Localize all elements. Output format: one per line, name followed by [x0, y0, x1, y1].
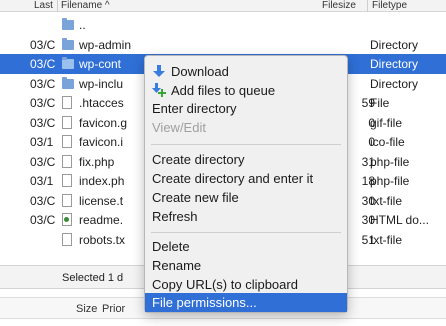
file-icon	[62, 115, 74, 129]
php-icon	[62, 174, 74, 187]
menu-item-refresh[interactable]: Refresh	[145, 207, 347, 226]
folder-icon	[62, 57, 74, 70]
context-menu: Download Add files to queue Enter direct…	[144, 55, 348, 313]
php-icon	[62, 154, 74, 168]
row-filetype: ico-file	[370, 135, 405, 149]
row-date: 03/C	[30, 154, 56, 169]
file-icon	[62, 96, 74, 109]
row-filename: index.ph	[79, 174, 125, 188]
row-date: 03/C	[30, 213, 56, 227]
row-filetype: txt-file	[370, 232, 403, 247]
menu-item-rename[interactable]: Rename	[145, 256, 347, 275]
row-filetype: HTML do...	[370, 213, 429, 227]
menu-item-create-directory-enter[interactable]: Create directory and enter it	[145, 169, 347, 188]
html-icon	[62, 213, 74, 226]
download-arrow-icon	[152, 64, 166, 78]
row-filename: wp-cont	[79, 57, 122, 71]
row-filename: favicon.g	[79, 115, 128, 130]
folder-icon	[62, 37, 74, 51]
row-filename: readme.	[79, 213, 124, 227]
menu-item-add-to-queue[interactable]: Add files to queue	[145, 80, 347, 99]
row-filename: license.t	[79, 193, 124, 208]
row-filetype: Directory	[370, 76, 419, 91]
file-icon	[62, 193, 74, 207]
menu-item-delete[interactable]: Delete	[145, 237, 347, 256]
row-filename: ..	[79, 18, 86, 32]
row-date: 03/C	[30, 96, 56, 110]
row-filetype: Directory	[370, 57, 419, 71]
menu-separator	[151, 232, 341, 233]
column-header-modified[interactable]: Last	[34, 0, 53, 11]
row-filetype: Directory	[370, 37, 419, 52]
row-filetype: php-file	[370, 154, 410, 169]
column-divider[interactable]	[367, 0, 368, 12]
column-divider[interactable]	[57, 0, 58, 12]
add-to-queue-icon	[152, 82, 166, 97]
menu-item-label: Download	[171, 64, 229, 80]
table-row[interactable]: ..	[0, 15, 446, 35]
menu-item-file-permissions[interactable]: File permissions...	[145, 293, 347, 312]
menu-item-create-new-file[interactable]: Create new file	[145, 188, 347, 207]
row-date: 03/C	[30, 37, 56, 52]
row-date: 03/C	[30, 57, 56, 71]
menu-item-copy-urls[interactable]: Copy URL(s) to clipboard	[145, 275, 347, 294]
row-filename: .htacces	[79, 96, 124, 110]
row-date: 03/1	[30, 174, 54, 188]
menu-item-view-edit[interactable]: View/Edit	[145, 118, 347, 137]
folder-icon	[62, 76, 74, 90]
menu-item-create-directory[interactable]: Create directory	[145, 150, 347, 169]
column-header-filename[interactable]: Filename ^	[61, 0, 110, 11]
menu-item-download[interactable]: Download	[145, 61, 347, 80]
row-filename: favicon.i	[79, 135, 124, 149]
row-filename: robots.tx	[79, 232, 126, 247]
row-filename: wp-admin	[79, 37, 132, 52]
row-date: 03/C	[30, 115, 56, 130]
column-header-filesize[interactable]: Filesize	[322, 0, 356, 11]
file-icon	[62, 135, 74, 148]
queue-column-size[interactable]: Size	[76, 303, 97, 315]
column-header-filetype[interactable]: Filetype	[372, 0, 407, 11]
file-icon	[62, 232, 74, 246]
table-row[interactable]: 03/C wp-admin Directory	[0, 35, 446, 55]
menu-item-enter-directory[interactable]: Enter directory	[145, 99, 347, 118]
row-filetype: gif-file	[370, 115, 403, 130]
row-date: 03/C	[30, 193, 56, 208]
column-header-bar: Last Filename ^ Filesize Filetype	[0, 0, 446, 12]
menu-item-label: Add files to queue	[171, 83, 276, 99]
folder-icon	[62, 18, 74, 31]
selection-status-text: Selected 1 d	[62, 272, 124, 284]
row-date: 03/1	[30, 135, 54, 149]
row-filetype: txt-file	[370, 193, 403, 208]
queue-column-priority[interactable]: Prior	[102, 303, 125, 315]
row-filetype: php-file	[370, 174, 410, 188]
row-filename: wp-inclu	[79, 76, 124, 91]
row-filename: fix.php	[79, 154, 115, 169]
row-filetype: File	[370, 96, 390, 110]
row-date: 03/C	[30, 76, 56, 91]
menu-separator	[151, 144, 341, 145]
